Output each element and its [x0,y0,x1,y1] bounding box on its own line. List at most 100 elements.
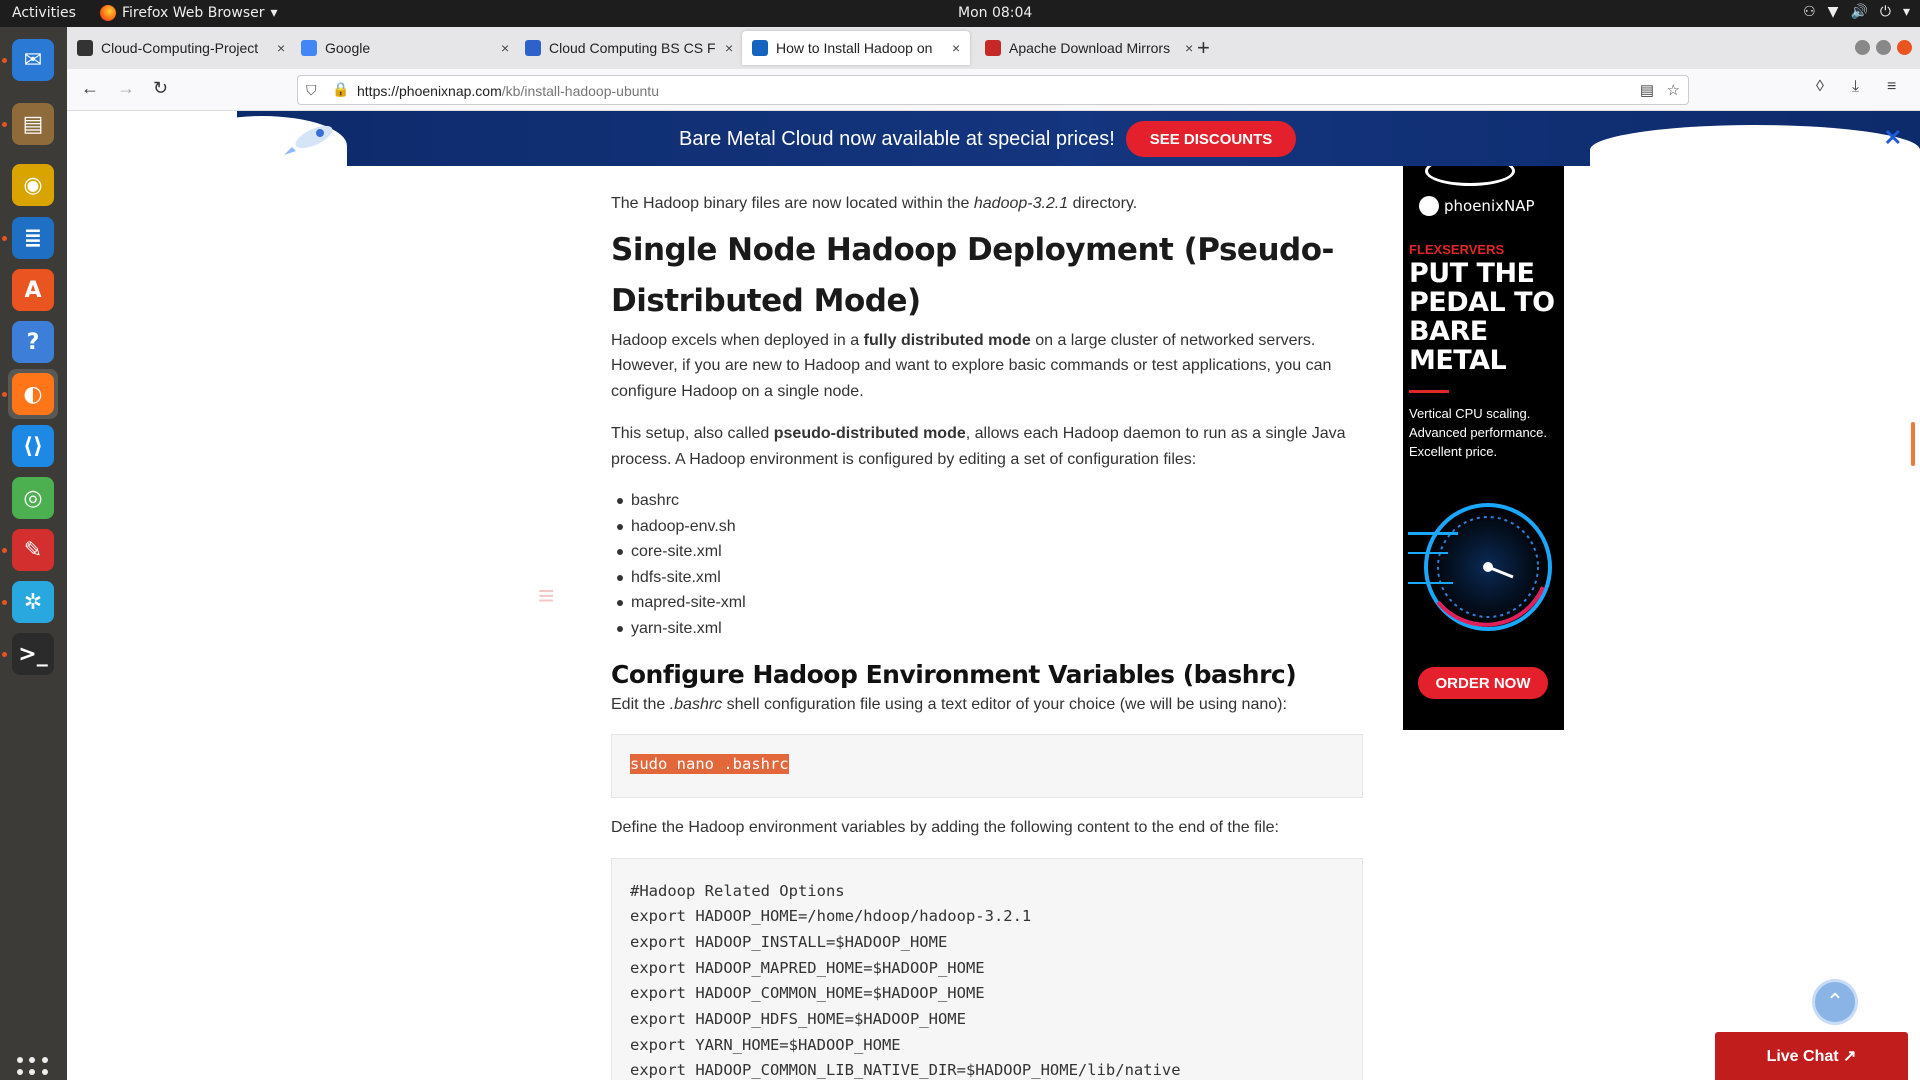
running-indicator [2,122,7,127]
filename: .bashrc [669,695,723,713]
hamburger-menu-icon[interactable]: ≡ [1887,78,1896,96]
dock-files[interactable]: ▤ [8,99,58,149]
dock-settings-app[interactable]: ✲ [8,577,58,627]
url-text[interactable]: https://phoenixnap.com/kb/install-hadoop… [357,83,659,99]
chevron-down-icon[interactable]: ▾ [1903,4,1910,20]
url-bar[interactable]: ⛉ 🔒 https://phoenixnap.com/kb/install-ha… [297,75,1689,105]
tracking-shield-icon[interactable]: ⛉ [306,82,317,99]
volume-icon[interactable]: 🔊 [1850,4,1867,20]
running-indicator [2,548,7,553]
tab-github[interactable]: Cloud-Computing-Project × [67,31,295,65]
url-domain: https://phoenixnap.com [357,83,502,99]
text: Hadoop excels when deployed in a [611,331,864,349]
help-icon: ? [12,321,54,363]
firefox-icon [100,5,116,21]
github-icon [77,40,93,56]
dock-terminal[interactable]: >_ [8,629,58,679]
url-path: /kb/install-hadoop-ubuntu [501,83,659,99]
activities-button[interactable]: Activities [12,5,76,21]
directory-name: hadoop-3.2.1 [973,195,1069,212]
close-icon[interactable]: ✕ [1884,125,1902,151]
system-top-bar: Activities Firefox Web Browser ▾ Mon 08:… [0,0,1920,27]
app-menu[interactable]: Firefox Web Browser ▾ [100,5,278,21]
dock-vscode[interactable]: ⟨⟩ [8,421,58,471]
window-close-button[interactable] [1897,40,1912,55]
bookmark-star-icon[interactable]: ☆ [1667,81,1680,99]
text: shell configuration file using a text ed… [722,695,1287,713]
text: The Hadoop binary files are now located … [611,195,974,212]
ad-subtext: Vertical CPU scaling. Advanced performan… [1409,406,1548,459]
ad-headline: PUT THE PEDAL TO BARE METAL [1409,258,1555,376]
firefox-icon: ◐ [12,373,54,415]
reader-view-icon[interactable]: ▤ [1640,81,1654,99]
bold-text: fully distributed mode [863,331,1031,349]
dock-evince[interactable]: ✎ [8,525,58,575]
dock-ubuntu-software[interactable]: A [8,265,58,315]
maximize-button[interactable] [1876,40,1891,55]
running-indicator [2,58,7,63]
close-icon[interactable]: × [952,40,960,56]
close-icon[interactable]: × [277,40,285,56]
phoenixnap-icon [752,40,768,56]
see-discounts-button[interactable]: SEE DISCOUNTS [1126,121,1296,157]
tab-apache[interactable]: Apache Download Mirrors × [975,31,1203,65]
code-block-command[interactable]: sudo nano .bashrc [611,734,1363,799]
close-icon[interactable]: × [725,40,733,56]
tab-label: Apache Download Mirrors [1009,40,1171,56]
back-button[interactable]: ← [81,78,99,99]
paragraph-define-vars: Define the Hadoop environment variables … [611,819,1279,837]
tab-hadoop-active[interactable]: How to Install Hadoop on × [742,31,971,65]
code-line: export HADOOP_MAPRED_HOME=$HADOOP_HOME [630,958,985,977]
tab-label: Cloud Computing BS CS F [549,40,716,56]
list-item: yarn-site.xml [611,616,1363,642]
ad-tagline: FLEXSERVERS [1409,242,1505,257]
rhythmbox-icon: ◉ [12,164,54,206]
lock-icon[interactable]: 🔒 [332,81,349,98]
accessibility-icon[interactable]: ⚇ [1803,4,1816,20]
dock-thunderbird[interactable]: ✉ [8,35,58,85]
show-applications-button[interactable] [17,1057,49,1080]
minimize-button[interactable] [1855,40,1870,55]
dock: ✉ ▤ ◉ ≣ A? ◐ ⟨⟩ ◎ ✎ ✲ >_ [0,27,67,1080]
scroll-to-top-button[interactable]: ⌃ [1812,979,1858,1025]
code-block-env-vars[interactable]: #Hadoop Related Options export HADOOP_HO… [611,857,1363,1080]
pocket-icon[interactable]: ◊ [1816,78,1824,96]
live-chat-button[interactable]: Live Chat ↗ [1715,1032,1908,1080]
wifi-icon[interactable]: ▼ [1828,4,1839,20]
command-text[interactable]: sudo nano .bashrc [630,754,789,775]
text: Edit the [611,695,670,713]
new-tab-button[interactable]: + [1197,35,1210,61]
downloads-icon[interactable]: ⤓ [1852,78,1859,96]
rocket-icon [284,125,333,155]
order-now-button[interactable]: ORDER NOW [1418,667,1548,699]
paragraph-edit-bashrc: Edit the .bashrc shell configuration fil… [611,692,1363,718]
close-icon[interactable]: × [501,40,509,56]
close-icon[interactable]: × [1185,40,1193,56]
dock-help[interactable]: ? [8,317,58,367]
window-controls [1855,40,1912,55]
power-icon[interactable]: ⏻ [1880,4,1891,20]
running-indicator [2,392,7,397]
dock-firefox[interactable]: ◐ [8,369,58,419]
files-icon: ▤ [12,103,54,145]
dock-rhythmbox[interactable]: ◉ [8,160,58,210]
promo-banner: Bare Metal Cloud now available at specia… [67,111,1920,176]
running-indicator [2,600,7,605]
tab-classroom[interactable]: Cloud Computing BS CS F × [515,31,743,65]
scrollbar-thumb[interactable] [1911,422,1915,466]
globe-icon [1419,196,1439,216]
phoenixnap-logo: phoenixNAP [1419,196,1535,216]
dock-libreoffice-writer[interactable]: ≣ [8,213,58,263]
clock[interactable]: Mon 08:04 [958,5,1032,21]
forward-button[interactable]: → [117,78,135,99]
table-of-contents-icon[interactable]: ≡ [538,580,566,612]
reload-button[interactable]: ↻ [153,78,168,99]
brand-name: phoenixNAP [1444,197,1535,215]
system-tray[interactable]: ⚇ ▼ 🔊 ⏻ ▾ [1803,4,1910,20]
tab-google[interactable]: Google × [291,31,519,65]
vscode-icon: ⟨⟩ [12,425,54,467]
settings-app-icon: ✲ [12,581,54,623]
dock-chrome[interactable]: ◎ [8,473,58,523]
tab-strip: Cloud-Computing-Project × Google × Cloud… [67,27,1920,69]
sidebar-advertisement[interactable]: phoenixNAP FLEXSERVERS PUT THE PEDAL TO … [1403,166,1564,730]
